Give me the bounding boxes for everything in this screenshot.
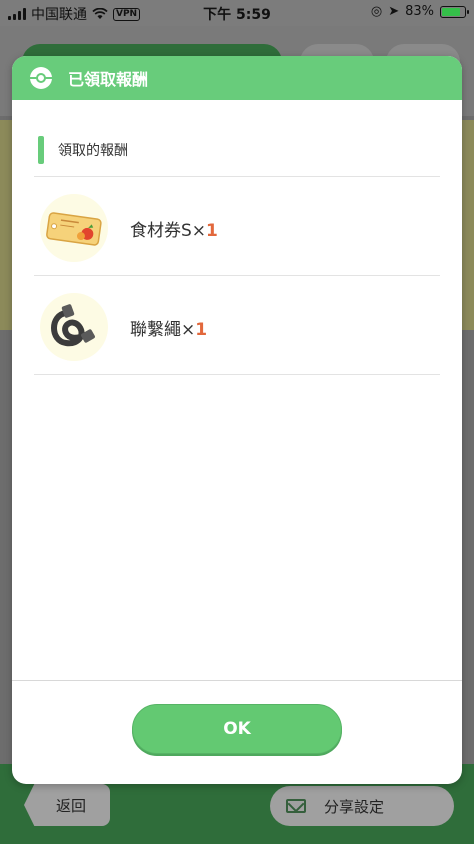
section-title: 領取的報酬 — [58, 143, 128, 159]
battery-percent: 83% — [405, 4, 434, 19]
link-cable-icon — [40, 293, 108, 361]
back-button-label: 返回 — [55, 796, 86, 815]
share-settings-label: 分享設定 — [324, 797, 385, 816]
share-settings-button[interactable]: 分享設定 — [270, 786, 454, 826]
section-header: 領取的報酬 — [38, 136, 128, 164]
reward-item-count: 1 — [195, 319, 208, 340]
dialog-title: 已領取報酬 — [68, 70, 149, 89]
reward-item-times: × — [181, 319, 196, 340]
poke-ball-icon — [30, 67, 52, 89]
divider — [34, 275, 440, 276]
back-button[interactable]: 返回 — [24, 784, 110, 826]
orientation-lock-icon: ◎ — [370, 4, 383, 19]
reward-item-times: × — [191, 220, 207, 241]
reward-dialog: 已領取報酬 領取的報酬 食材券S×1 聯繫繩×1 OK — [12, 56, 462, 784]
reward-item-label: 聯繫繩×1 — [130, 315, 207, 340]
reward-item: 聯繫繩×1 — [40, 290, 440, 364]
battery-fill — [442, 7, 461, 16]
footer-divider — [12, 680, 462, 681]
battery-icon — [440, 5, 469, 18]
reward-item: 食材券S×1 — [40, 191, 440, 265]
ok-button[interactable]: OK — [132, 704, 342, 754]
mail-icon — [286, 799, 306, 813]
reward-item-label: 食材券S×1 — [130, 216, 218, 241]
reward-item-count: 1 — [206, 220, 218, 241]
ok-button-label: OK — [223, 719, 251, 739]
divider — [34, 374, 440, 375]
section-accent-bar — [38, 136, 44, 164]
divider — [34, 176, 440, 177]
status-right: ◎ ➤ 83% — [370, 4, 469, 19]
reward-item-name: 聯繫繩 — [130, 319, 181, 340]
location-icon: ➤ — [388, 4, 400, 19]
status-bar: 中国联通 VPN 下午 5:59 ◎ ➤ 83% — [0, 0, 474, 26]
reward-item-name: 食材券S — [130, 220, 192, 241]
dialog-header: 已領取報酬 — [12, 56, 462, 100]
ingredient-ticket-icon — [40, 194, 108, 262]
